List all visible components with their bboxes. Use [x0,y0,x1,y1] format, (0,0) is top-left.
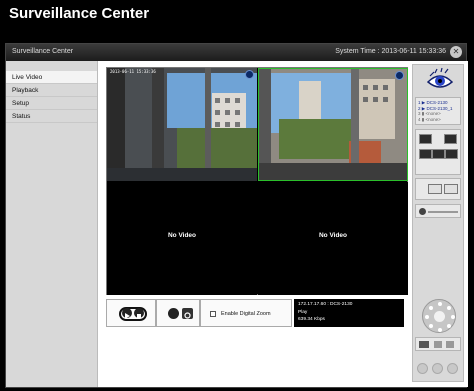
record-icon[interactable] [168,308,179,319]
layout-controls [415,129,461,175]
sidebar-item-playback[interactable]: Playback [6,84,97,97]
record-path-icon[interactable] [444,184,458,194]
preset-button-2[interactable] [432,363,443,374]
camera-timestamp-1: 2013-06-11 15:33:36 [110,69,156,74]
stream-info-box: 172.17.17.60 : DCS-2130 Play 639.34 Kbps [294,299,404,327]
stream-info-bitrate: 639.34 Kbps [298,317,325,322]
preset-button-1[interactable] [417,363,428,374]
camera-icon[interactable] [428,184,442,194]
sidebar-item-status[interactable]: Status [6,110,97,123]
ptz-down-left-icon[interactable] [429,324,433,328]
gear-icon[interactable] [182,308,193,319]
record-controls [156,299,200,327]
no-video-label-3: No Video [167,232,197,239]
zoom-out-icon[interactable] [446,341,454,348]
playback-controls [106,299,156,327]
zoom-mode-icon[interactable] [419,341,429,348]
video-cell-3[interactable]: No Video [107,182,257,295]
close-icon[interactable]: ✕ [450,46,462,58]
layout-sixteen-icon[interactable] [419,149,432,159]
right-panel: 1 ▶ DCS-2130 2 ▶ DCS-2130_1 3 ▮ <none> 4… [412,64,464,382]
sidebar-item-live-video[interactable]: Live Video [6,71,97,84]
camera-status-icon-2 [395,71,404,80]
video-cell-1[interactable]: 2013-06-11 15:33:36 [107,68,257,181]
camera-status-icon-1 [245,70,254,79]
digital-zoom-label: Enable Digital Zoom [221,311,271,317]
camera-list-item-4[interactable]: 4 ▮ <none> [416,117,460,123]
play-icon[interactable] [122,308,132,319]
volume-control [415,204,461,218]
ptz-control-pad[interactable] [422,299,456,333]
layout-nine-icon[interactable] [445,149,458,159]
snapshot-controls [415,178,461,200]
volume-slider[interactable] [428,211,458,213]
volume-icon[interactable] [419,208,426,215]
sidebar: Live Video Playback Setup Status [6,61,98,387]
ptz-left-icon[interactable] [425,315,429,319]
stream-info-status: Play [298,309,308,315]
ptz-down-right-icon[interactable] [447,324,451,328]
ptz-home-button[interactable] [434,311,445,322]
digital-zoom-checkbox[interactable] [210,311,216,317]
camera-feed-1 [107,68,257,181]
zoom-controls [415,337,461,351]
fullscreen-icon[interactable] [432,149,445,159]
layout-quad-icon[interactable] [444,134,457,144]
camera-list: 1 ▶ DCS-2130 2 ▶ DCS-2130_1 3 ▮ <none> 4… [415,97,461,125]
ptz-up-icon[interactable] [438,302,442,306]
ptz-up-left-icon[interactable] [429,306,433,310]
system-time: System Time : 2013-06-11 15:33:36 [335,48,446,55]
ptz-right-icon[interactable] [451,315,455,319]
preset-button-3[interactable] [447,363,458,374]
layout-single-icon[interactable] [419,134,432,144]
video-cell-2[interactable] [258,68,408,181]
window-title: Surveillance Center [12,48,74,55]
eye-logo-icon [426,67,454,95]
ptz-up-right-icon[interactable] [447,306,451,310]
no-video-label-4: No Video [318,232,348,239]
sidebar-item-setup[interactable]: Setup [6,97,97,110]
camera-feed-2 [259,69,407,180]
zoom-in-icon[interactable] [434,341,442,348]
stream-info-address: 172.17.17.60 : DCS-2130 [298,302,353,307]
top-bar: Surveillance Center [0,0,474,40]
main-window: Surveillance Center System Time : 2013-0… [5,43,468,388]
stop-icon[interactable] [134,308,144,318]
window-header: Surveillance Center System Time : 2013-0… [6,44,466,61]
digital-zoom-control: Enable Digital Zoom [200,299,292,327]
app-title: Surveillance Center [9,5,150,22]
main-content: 2013-06-11 15:33:36 No Video No Video En… [98,61,468,387]
video-cell-4[interactable]: No Video [258,182,408,295]
ptz-down-icon[interactable] [438,328,442,332]
video-grid: 2013-06-11 15:33:36 No Video No Video [106,67,408,295]
